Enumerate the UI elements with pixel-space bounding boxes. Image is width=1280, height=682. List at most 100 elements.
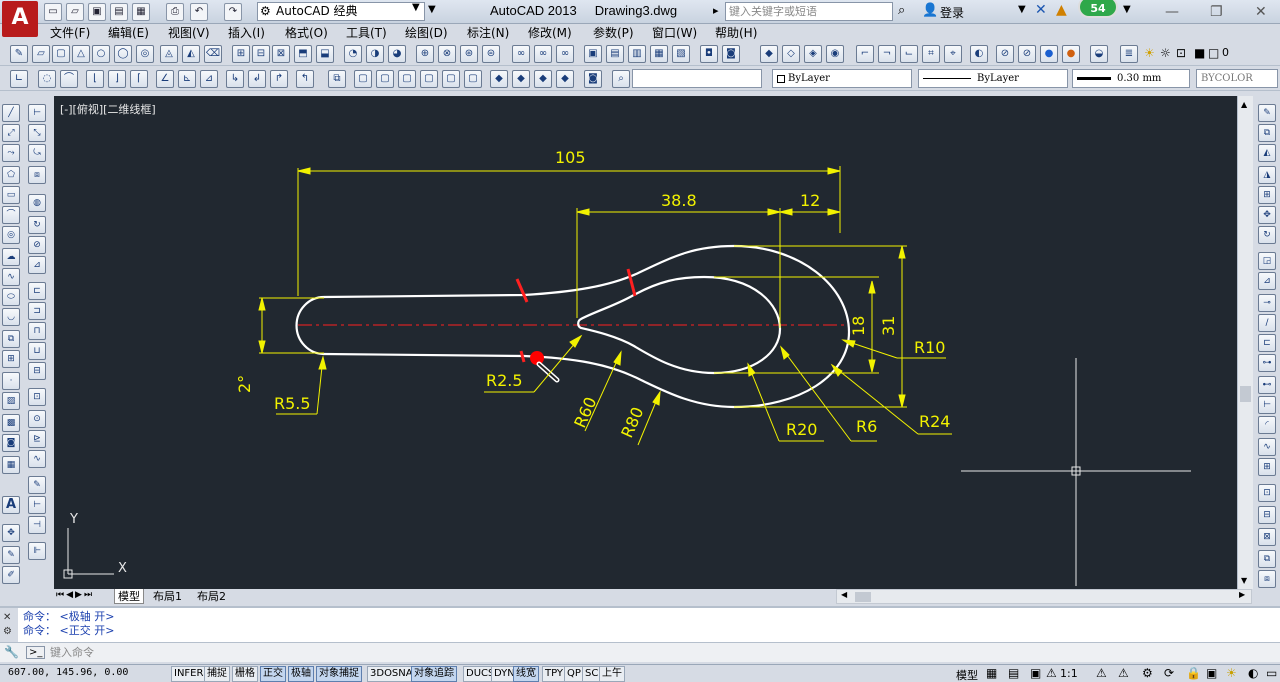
gear-icon[interactable]: ⚙ (1142, 666, 1153, 680)
camera-icon[interactable]: ◙ (722, 45, 740, 63)
ellipse-arc-icon[interactable]: ◡ (2, 308, 20, 326)
tolerance-icon[interactable]: ↰ (296, 70, 314, 88)
coordinate-readout[interactable]: 607.00, 145.96, 0.00 (8, 667, 128, 678)
ucs-icon[interactable]: ⌐ (856, 45, 874, 63)
pen-icon[interactable]: ✎ (2, 546, 20, 564)
menu-view[interactable]: 视图(V) (164, 24, 214, 42)
menu-format[interactable]: 格式(O) (281, 24, 332, 42)
menu-file[interactable]: 文件(F) (46, 24, 94, 42)
ucs-icon[interactable]: ¬ (878, 45, 896, 63)
edit-icon[interactable]: ⊩ (28, 542, 46, 560)
extend-icon[interactable]: ∕ (1258, 314, 1276, 332)
status-snap[interactable]: 捕捉 (204, 666, 230, 682)
settings-icon[interactable]: ⚙ (3, 626, 12, 637)
connect-icon[interactable]: ▲ (1056, 2, 1067, 18)
region-icon[interactable]: ◙ (2, 434, 20, 452)
gradient-icon[interactable]: ▩ (2, 414, 20, 432)
spline-icon[interactable]: ∿ (2, 268, 20, 286)
polygon-icon[interactable]: ⬠ (2, 166, 20, 184)
table-icon[interactable]: ▦ (2, 456, 20, 474)
exchange-icon[interactable]: ✕ (1035, 2, 1047, 18)
expand-arrow-icon[interactable]: ▸ (713, 4, 719, 17)
link-icon[interactable]: ∞ (556, 45, 574, 63)
explode-icon[interactable]: ∿ (28, 450, 46, 468)
circle-icon[interactable]: ○ (92, 45, 110, 63)
scale-icon[interactable]: ⊿ (28, 256, 46, 274)
dim-break-icon[interactable]: ↱ (270, 70, 288, 88)
dim-radius-icon[interactable]: ⌋ (108, 70, 126, 88)
extrude-icon[interactable]: ⬒ (294, 45, 312, 63)
line-icon[interactable]: ╱ (2, 104, 20, 122)
cube-icon[interactable]: ▢ (464, 70, 482, 88)
break-icon[interactable]: ⊔ (28, 342, 46, 360)
no-icon[interactable]: ⊘ (1018, 45, 1036, 63)
scroll-right-icon[interactable]: ▶ (1239, 590, 1245, 599)
model-space-toggle[interactable]: 模型 (956, 667, 978, 682)
edit-icon[interactable]: ⊞ (1258, 458, 1276, 476)
layout-icon[interactable]: ▣ (1030, 666, 1041, 680)
dim-aligned-icon[interactable]: ◌ (38, 70, 56, 88)
edit-icon[interactable]: ⧉ (1258, 550, 1276, 568)
save-as-icon[interactable]: ▤ (110, 3, 128, 21)
sun-icon[interactable]: ☼ (1160, 46, 1171, 60)
workspace-select[interactable]: AutoCAD 经典 (257, 2, 425, 21)
camera-icon[interactable]: ◘ (700, 45, 718, 63)
empty-select[interactable] (632, 69, 762, 88)
array-icon[interactable]: ◍ (28, 194, 46, 212)
edit-icon[interactable]: ⊣ (28, 516, 46, 534)
edit-icon[interactable]: ⊡ (1258, 484, 1276, 502)
plot-icon[interactable]: ⎙ (166, 3, 184, 21)
layer-manager-icon[interactable]: ≣ (1120, 45, 1138, 63)
break-icon[interactable]: ⊏ (1258, 334, 1276, 352)
copy-icon[interactable]: ⤡ (28, 124, 46, 142)
link-icon[interactable]: ∞ (534, 45, 552, 63)
arc-icon[interactable]: ⌒ (2, 206, 20, 224)
sync-icon[interactable]: ⟳ (1164, 666, 1174, 680)
fullscreen-icon[interactable]: ▭ (1266, 666, 1277, 680)
fillet-icon[interactable]: ⊙ (28, 410, 46, 428)
erase-icon[interactable]: ⊢ (28, 104, 46, 122)
mesh-icon[interactable]: ⊜ (482, 45, 500, 63)
orbit-icon[interactable]: ◑ (366, 45, 384, 63)
login-link[interactable]: 登录 (940, 4, 964, 21)
annotation-visibility-icon[interactable]: ⚠ (1096, 666, 1107, 680)
join-icon[interactable]: ⊶ (1258, 354, 1276, 372)
menu-parametric[interactable]: 参数(P) (589, 24, 638, 42)
tab-model[interactable]: 模型 (114, 589, 144, 604)
insert-block-icon[interactable]: ⧉ (2, 330, 20, 348)
user-icon[interactable]: 👤 (922, 3, 938, 18)
solid-icon[interactable]: ◈ (804, 45, 822, 63)
linetype-select[interactable]: ByLayer (918, 69, 1068, 88)
multiline-text-icon[interactable]: A (2, 496, 20, 514)
lightbulb-icon[interactable]: ☀ (1144, 46, 1155, 60)
status-infer[interactable]: INFER (171, 666, 207, 682)
orbit-icon[interactable]: ◕ (388, 45, 406, 63)
revision-cloud-icon[interactable]: ☁ (2, 248, 20, 266)
hatch-icon[interactable]: ▨ (2, 392, 20, 410)
lock-icon[interactable]: 🔒 (1186, 666, 1201, 680)
menu-help[interactable]: 帮助(H) (711, 24, 761, 42)
new-file-icon[interactable]: ▭ (44, 3, 62, 21)
cube-icon[interactable]: ▢ (398, 70, 416, 88)
wedge-icon[interactable]: ◭ (182, 45, 200, 63)
publish-icon[interactable]: ▦ (132, 3, 150, 21)
scroll-thumb[interactable] (1240, 386, 1251, 402)
menu-draw[interactable]: 绘图(D) (401, 24, 452, 42)
lightbulb-icon[interactable]: ☀ (1226, 666, 1237, 680)
view-icon[interactable]: ▣ (584, 45, 602, 63)
edit-icon[interactable]: ∿ (1258, 438, 1276, 456)
target-icon[interactable]: ◎ (136, 45, 154, 63)
iso-view-icon[interactable]: ◆ (512, 70, 530, 88)
color-swatch-icon[interactable]: □ (1208, 46, 1219, 60)
cube-icon[interactable]: ▢ (376, 70, 394, 88)
edit-icon[interactable]: ⊠ (1258, 528, 1276, 546)
tab-layout2[interactable]: 布局2 (194, 589, 229, 604)
trim-icon[interactable]: ⊐ (28, 302, 46, 320)
save-icon[interactable]: ▣ (88, 3, 106, 21)
color-swatch-icon[interactable]: ■ (1194, 46, 1205, 60)
viewport-icon[interactable]: ⧉ (328, 70, 346, 88)
view-icon[interactable]: ▥ (628, 45, 646, 63)
pan-icon[interactable]: ✥ (2, 524, 20, 542)
eraser-icon[interactable]: ⌫ (204, 45, 222, 63)
edit-icon[interactable]: ⊢ (28, 496, 46, 514)
